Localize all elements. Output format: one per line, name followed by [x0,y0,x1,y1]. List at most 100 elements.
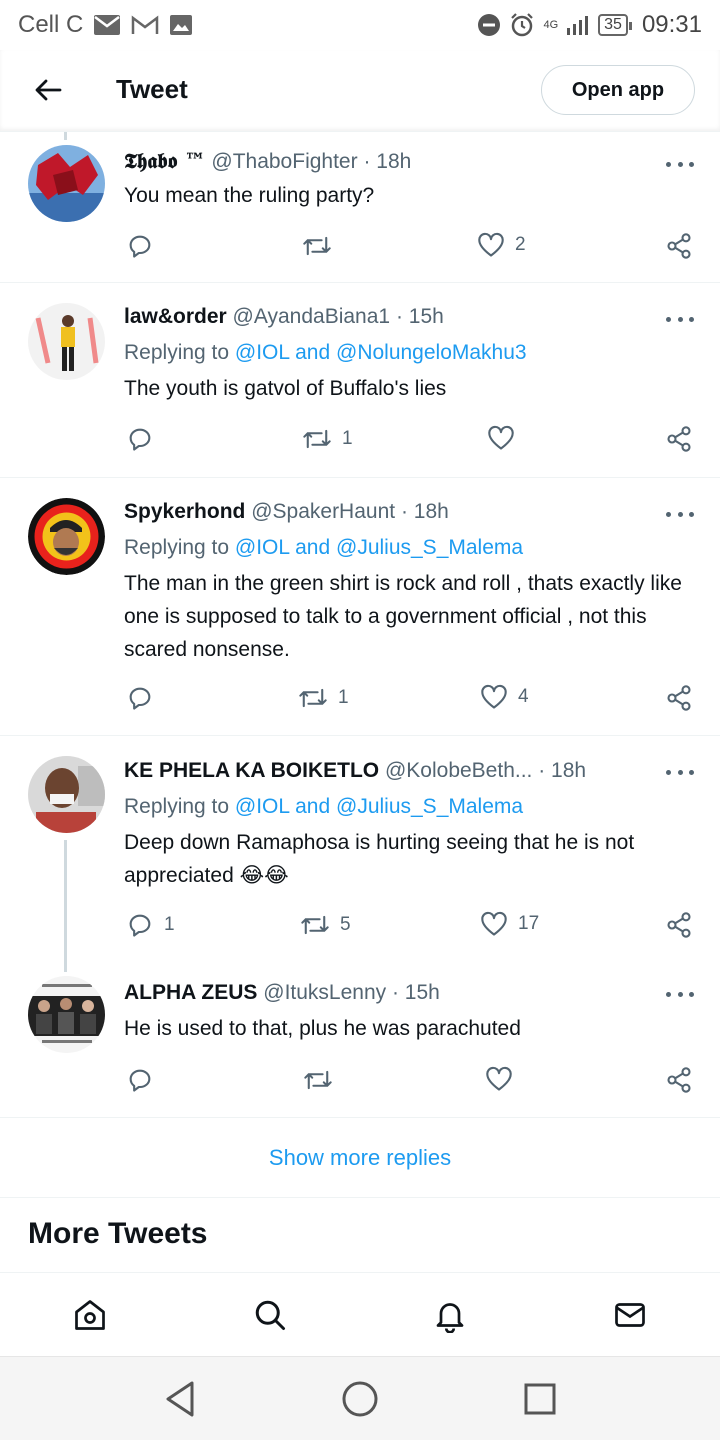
retweet-icon [299,688,327,708]
retweet-button[interactable] [303,1066,343,1094]
clock: 09:31 [641,11,702,38]
tweet-item[interactable]: KE PHELA KA BOIKETLO @KolobeBeth... · 18… [0,736,720,972]
like-button[interactable]: 4 [480,684,529,710]
more-options-button[interactable] [666,984,694,1004]
like-button[interactable]: 2 [477,232,526,258]
share-button[interactable] [665,911,693,939]
reply-icon [129,428,151,451]
display-name[interactable]: ALPHA ZEUS [124,981,257,1004]
system-recents-button[interactable] [518,1377,562,1421]
like-count: 2 [515,234,526,255]
user-handle[interactable]: @SpakerHaunt [251,500,395,523]
tweet-text: He is used to that, plus he was parachut… [124,1017,521,1040]
triangle-back-icon [166,1381,194,1417]
retweet-button[interactable]: 1 [298,684,349,712]
reply-button[interactable] [126,232,164,260]
system-back-button[interactable] [158,1377,202,1421]
more-options-button[interactable] [666,154,694,174]
tweet-text: The man in the green shirt is rock and r… [124,572,682,661]
like-button[interactable] [487,425,525,451]
square-recents-icon [524,1383,556,1415]
user-handle[interactable]: @AyandaBiana1 [233,305,391,328]
share-button[interactable] [665,1066,693,1094]
retweet-count: 1 [338,687,349,708]
replying-to-links[interactable]: @IOL and @Julius_S_Malema [235,795,523,818]
more-options-button[interactable] [666,309,694,329]
user-handle[interactable]: @ThaboFighter [211,150,357,173]
gmail-notification-icon [131,14,159,36]
tweet-time[interactable]: · 18h [538,759,586,782]
tweet-actions: 1 [0,425,720,455]
retweet-icon [303,236,331,256]
tweet-text: The youth is gatvol of Buffalo's lies [124,377,447,400]
avatar[interactable] [28,145,105,222]
like-count: 4 [518,686,529,707]
nav-messages-button[interactable] [610,1295,650,1335]
nav-home-button[interactable] [70,1295,110,1335]
tweet-item[interactable]: ALPHA ZEUS @ItuksLenny · 15h He is used … [0,972,720,1118]
tweet-time[interactable]: · 18h [363,150,411,173]
display-name[interactable]: law&order [124,305,227,328]
tweet-item[interactable]: 𝕿𝖍𝖆𝖇𝖔 ™ @ThaboFighter · 18h You mean the… [0,140,720,283]
page-title: Tweet [116,74,188,104]
alarm-icon [509,12,535,38]
home-icon [75,1300,105,1330]
thread-connector [64,840,67,972]
tweet-actions [0,1066,720,1096]
share-button[interactable] [665,425,693,453]
avatar[interactable] [28,498,105,575]
reply-button[interactable] [126,425,164,453]
retweet-button[interactable] [302,232,342,260]
reply-button[interactable] [126,684,164,712]
tweet-actions: 1 4 [0,684,720,714]
tweet-time[interactable]: · 15h [392,981,440,1004]
reply-count: 1 [164,914,175,935]
arrow-left-icon [35,79,62,101]
tweet-item[interactable]: Spykerhond @SpakerHaunt · 18h Replying t… [0,478,720,736]
like-button[interactable]: 17 [480,911,539,937]
open-app-button[interactable]: Open app [541,65,695,115]
tweet-header: KE PHELA KA BOIKETLO @KolobeBeth... · 18… [124,759,586,783]
user-handle[interactable]: @ItuksLenny [263,981,386,1004]
avatar[interactable] [28,976,105,1053]
retweet-count: 1 [342,428,353,449]
retweet-button[interactable]: 5 [300,911,351,939]
avatar[interactable] [28,756,105,833]
share-icon [667,685,691,711]
search-icon [255,1300,285,1330]
tweet-text: Deep down Ramaphosa is hurting seeing th… [124,831,635,887]
reply-icon [129,1069,151,1092]
share-icon [667,1067,691,1093]
tweet-time[interactable]: · 18h [401,500,449,523]
tweet-actions: 2 [0,232,720,262]
back-button[interactable] [28,72,68,108]
like-button[interactable] [485,1066,523,1092]
retweet-icon [304,1070,332,1090]
thread-connector [64,132,67,140]
reply-button[interactable] [126,1066,164,1094]
more-options-button[interactable] [666,762,694,782]
display-name[interactable]: KE PHELA KA BOIKETLO [124,759,379,782]
signal-icon [566,14,590,36]
share-button[interactable] [665,684,693,712]
system-navigation-bar [0,1357,720,1440]
replying-to-links[interactable]: @IOL and @Julius_S_Malema [235,536,523,559]
more-tweets-heading: More Tweets [28,1217,208,1250]
tweet-time[interactable]: · 15h [396,305,444,328]
display-name[interactable]: Spykerhond [124,500,245,523]
nav-notifications-button[interactable] [430,1295,470,1335]
system-home-button[interactable] [338,1377,382,1421]
reply-button[interactable]: 1 [126,911,175,939]
share-button[interactable] [665,232,693,260]
circle-home-icon [342,1381,378,1417]
retweet-button[interactable]: 1 [302,425,353,453]
user-handle[interactable]: @KolobeBeth... [385,759,532,782]
nav-search-button[interactable] [250,1295,290,1335]
tweet-actions: 1 5 17 [0,911,720,941]
avatar[interactable] [28,303,105,380]
more-options-button[interactable] [666,504,694,524]
show-more-replies-link[interactable]: Show more replies [269,1145,451,1171]
display-name[interactable]: 𝕿𝖍𝖆𝖇𝖔 ™ [124,148,206,173]
replying-to-links[interactable]: @IOL and @NolungeloMakhu3 [235,341,527,364]
tweet-item[interactable]: law&order @AyandaBiana1 · 15h Replying t… [0,283,720,478]
